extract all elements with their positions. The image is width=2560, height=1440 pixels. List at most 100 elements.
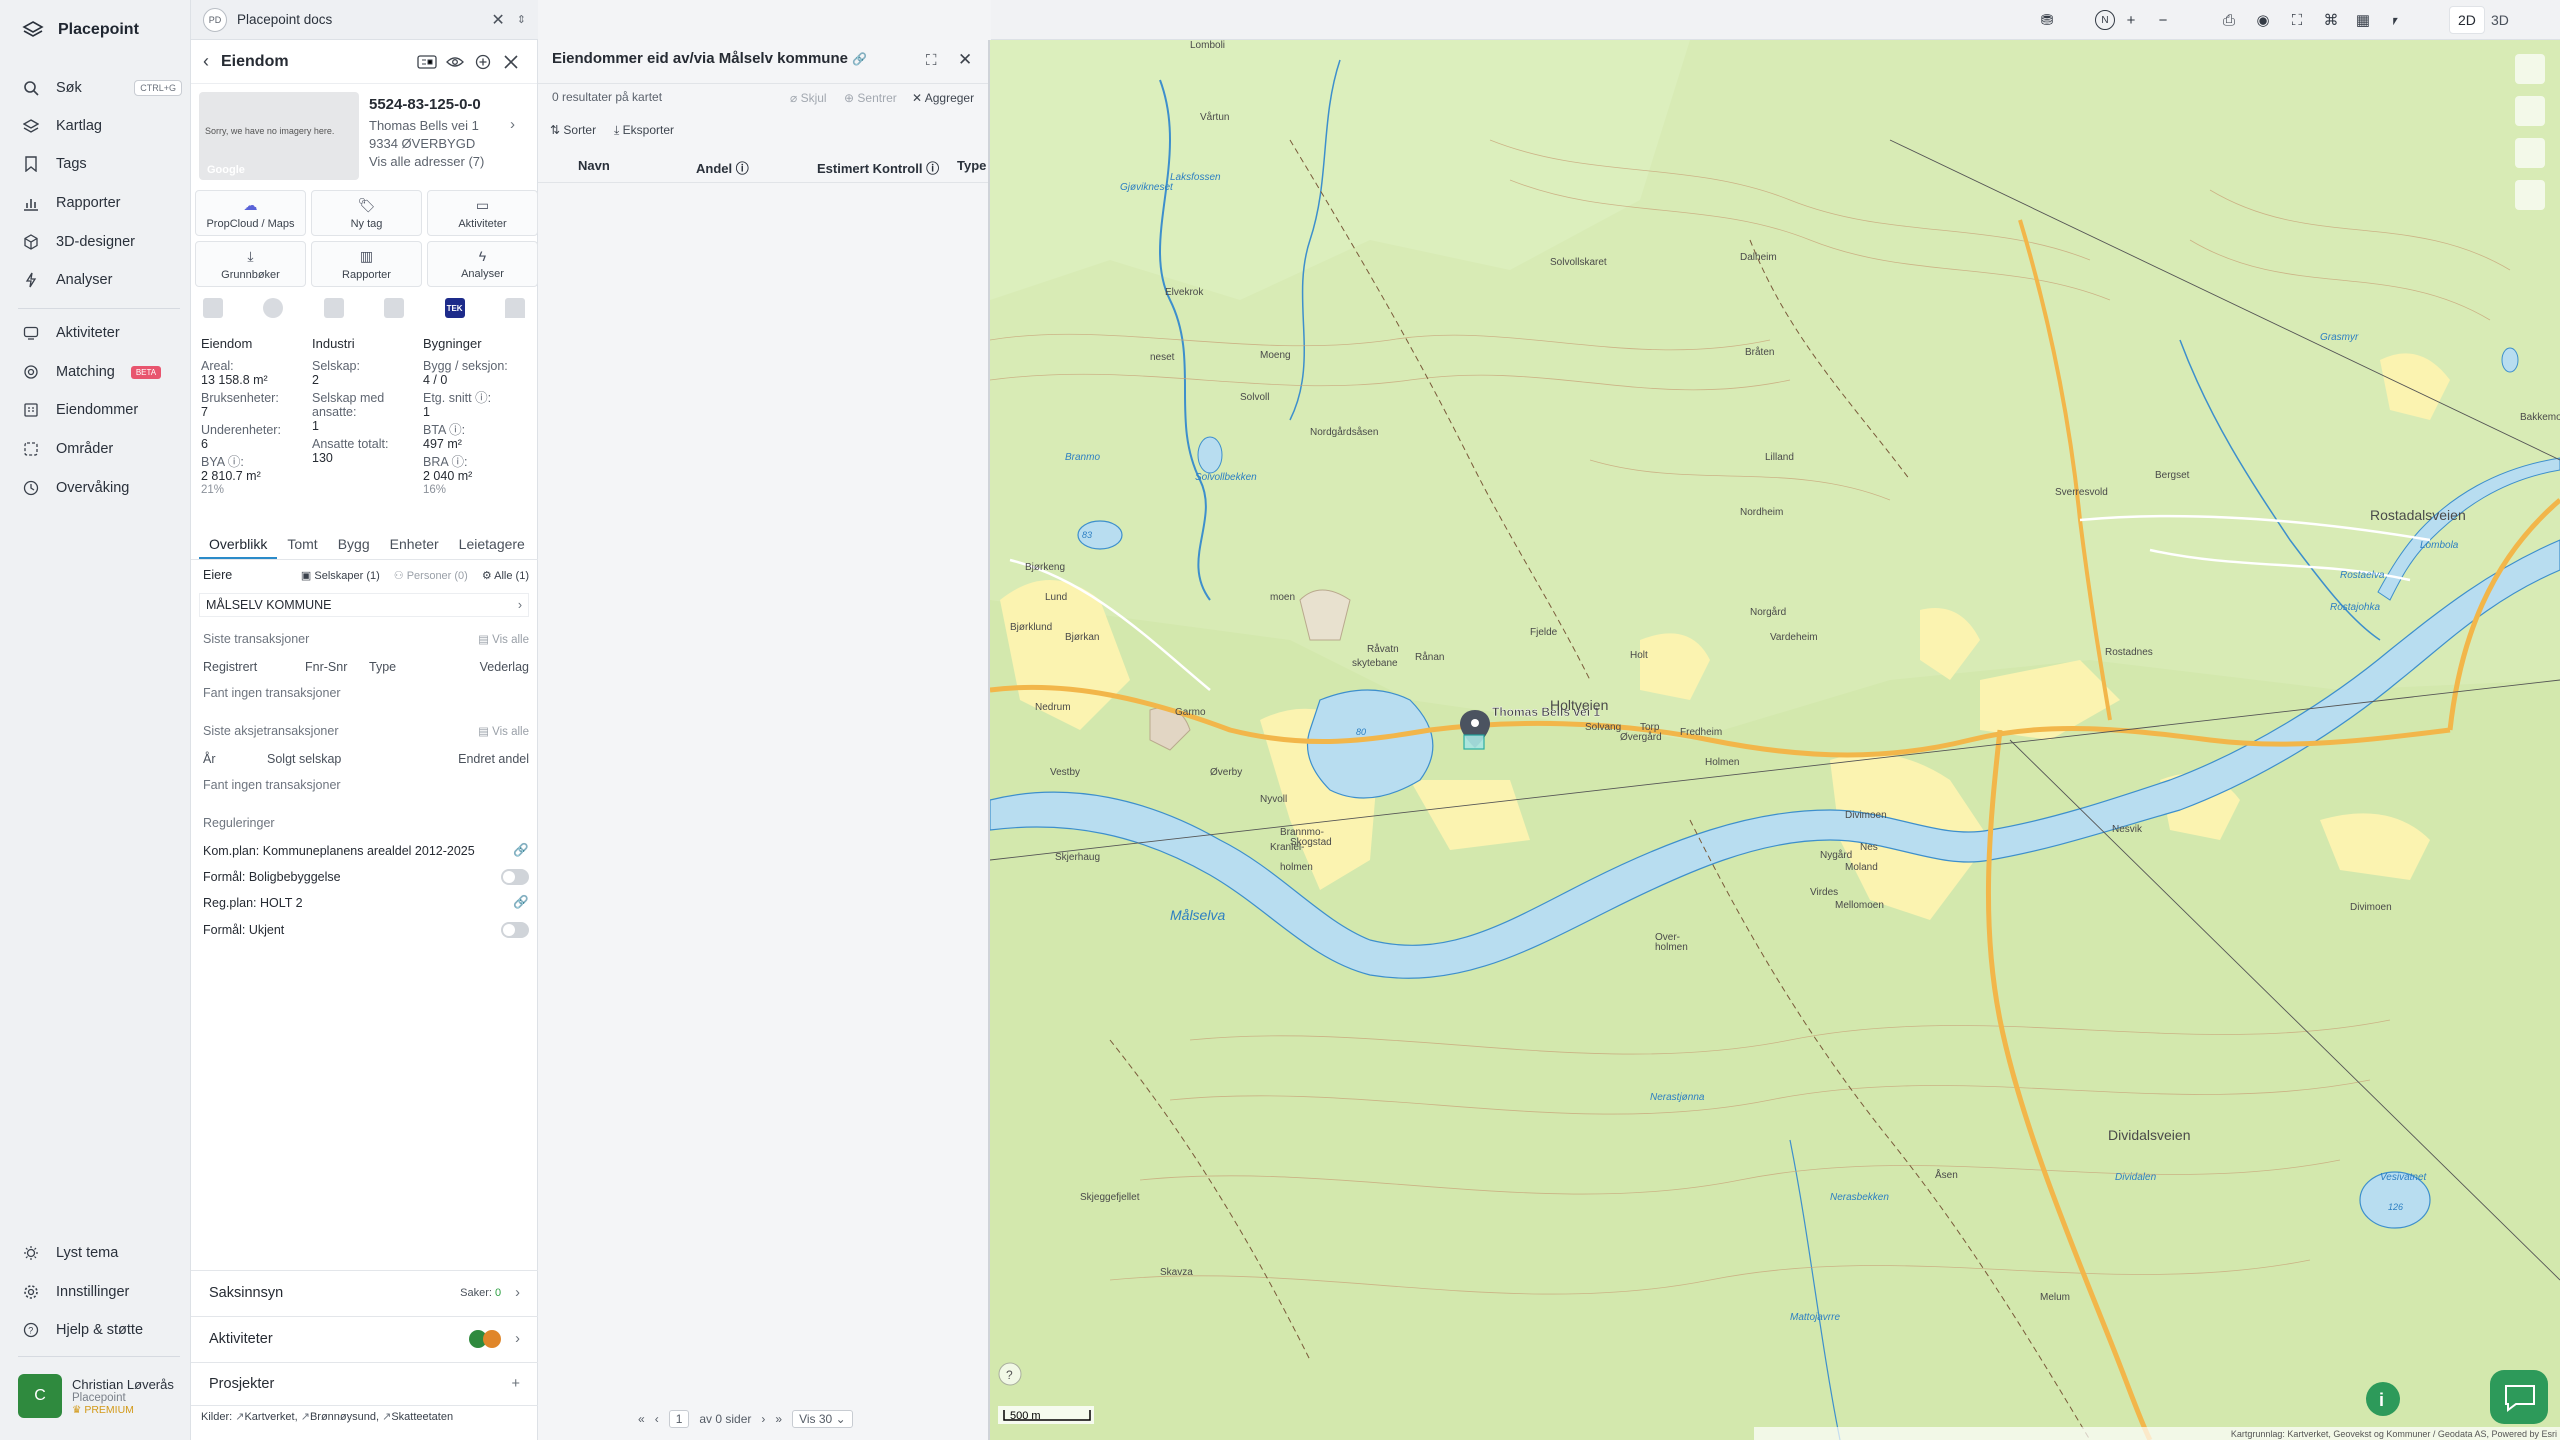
draw-button[interactable]	[2515, 180, 2545, 210]
close-icon[interactable]	[497, 48, 525, 76]
new-tag-button[interactable]: 🏷 Ny tag	[311, 190, 422, 236]
aktiviteter-section[interactable]: Aktiviteter ›	[191, 1316, 538, 1360]
plus-icon[interactable]: +	[512, 1376, 520, 1392]
center-button[interactable]: ⊕ Sentrer	[844, 91, 897, 105]
page-input[interactable]: 1	[668, 1410, 690, 1428]
docs-selector[interactable]: PD Placepoint docs ✕ ⇕	[191, 0, 538, 40]
app-logo[interactable]: Placepoint	[22, 20, 139, 40]
nav-item-matching[interactable]: Matching BETA	[22, 360, 182, 384]
nav-item-kartlag[interactable]: Kartlag	[22, 114, 182, 138]
link-icon[interactable]: 🔗	[513, 895, 529, 910]
chevron-right-icon[interactable]: ›	[510, 116, 515, 133]
nav-item-aktiviteter[interactable]: Aktiviteter	[22, 321, 182, 345]
tab-overblikk[interactable]: Overblikk	[199, 532, 278, 559]
nav-item-3d-designer[interactable]: 3D-designer	[22, 230, 182, 254]
back-arrow-icon[interactable]: ‹	[203, 51, 209, 72]
layer-toggle[interactable]	[501, 869, 529, 885]
chat-button[interactable]	[2490, 1370, 2548, 1424]
next-page-icon[interactable]: ›	[761, 1412, 765, 1426]
nav-item-eiendommer[interactable]: Eiendommer	[22, 398, 182, 422]
layer-control-button[interactable]	[2515, 54, 2545, 84]
page-size-select[interactable]: Vis 30 ⌄	[792, 1410, 853, 1428]
analyses-button[interactable]: ϟ Analyser	[427, 241, 538, 287]
globe-icon[interactable]	[263, 298, 284, 318]
3d-view-icon[interactable]	[413, 48, 441, 76]
grid-icon[interactable]: ▦	[2353, 10, 2373, 30]
first-page-icon[interactable]: «	[638, 1412, 645, 1426]
all-addresses-link[interactable]: Vis alle adresser (7)	[369, 154, 484, 169]
regulation-row[interactable]: Reg.plan: HOLT 2 🔗	[199, 895, 529, 910]
owner-row[interactable]: MÅLSELV KOMMUNE ›	[199, 593, 529, 617]
filter-all[interactable]: ⚙ Alle (1)	[482, 569, 529, 582]
layers-stack-icon[interactable]: ⛃	[2037, 10, 2057, 30]
close-icon[interactable]: ✕	[958, 50, 972, 70]
layer-toggle[interactable]	[501, 922, 529, 938]
matrikkel-icon[interactable]	[203, 298, 223, 318]
source-link[interactable]: Skatteetaten	[391, 1411, 453, 1423]
plant-icon[interactable]	[323, 298, 344, 318]
user-profile[interactable]: C Christian Løverås Placepoint ♛ PREMIUM	[18, 1374, 174, 1418]
close-icon[interactable]: ✕	[491, 10, 504, 30]
nav-item-hjelp[interactable]: ? Hjelp & støtte	[22, 1318, 182, 1342]
compass-icon[interactable]: N	[2095, 10, 2115, 30]
regulation-row[interactable]: Kom.plan: Kommuneplanens arealdel 2012-2…	[199, 843, 529, 858]
add-circle-icon[interactable]	[469, 48, 497, 76]
camera-icon[interactable]: ⌘	[2321, 10, 2341, 30]
show-all-link[interactable]: ▤ Vis alle	[478, 724, 529, 738]
tab-enheter[interactable]: Enheter	[380, 532, 449, 559]
hide-button[interactable]: ⌀ Skjul	[790, 91, 827, 105]
property-thumbnail[interactable]: Sorry, we have no imagery here. Google	[199, 92, 359, 180]
prev-page-icon[interactable]: ‹	[655, 1412, 659, 1426]
source-link[interactable]: Kartverket,	[244, 1411, 297, 1423]
chevron-updown-icon[interactable]: ⇕	[517, 13, 526, 26]
view-3d-button[interactable]: 3D	[2483, 6, 2517, 34]
tab-bygg[interactable]: Bygg	[328, 532, 380, 559]
prosjekter-section[interactable]: Prosjekter +	[191, 1362, 538, 1406]
filter-persons[interactable]: ⚇ Personer (0)	[394, 569, 468, 582]
column-header-type[interactable]: Type	[957, 158, 986, 173]
reports-button[interactable]: ▥ Rapporter	[311, 241, 422, 287]
column-header-navn[interactable]: Navn	[578, 158, 610, 173]
tab-tomt[interactable]: Tomt	[277, 532, 327, 559]
nav-item-analyser[interactable]: Analyser	[22, 268, 182, 292]
tab-leietagere[interactable]: Leietagere	[449, 532, 535, 559]
zoom-in-icon[interactable]: +	[2121, 10, 2141, 30]
print-icon[interactable]: ⎙	[2219, 10, 2239, 30]
column-header-andel[interactable]: Andel ⓘ	[696, 158, 749, 177]
map-canvas[interactable]: Thomas Bells vei 1 Lomboli Vårtun Laksfoss…	[990, 40, 2560, 1440]
activities-button[interactable]: ▭ Aktiviteter	[427, 190, 538, 236]
zoom-out-icon[interactable]: −	[2153, 10, 2173, 30]
home-icon[interactable]	[504, 298, 525, 318]
nav-item-sok[interactable]: Søk CTRL+G	[22, 76, 182, 100]
nav-item-overvaking[interactable]: Overvåking	[22, 476, 182, 500]
source-link[interactable]: Brønnøysund,	[310, 1411, 379, 1423]
bookmark-icon[interactable]: ⎖	[2385, 10, 2405, 30]
tek-badge[interactable]: TEK	[444, 298, 465, 318]
aggregate-button[interactable]: ✕ Aggreger	[912, 91, 974, 105]
saksinnsyn-section[interactable]: Saksinnsyn Saker: 0 ›	[191, 1270, 538, 1314]
export-button[interactable]: ⤓ Eksporter	[614, 123, 674, 138]
last-page-icon[interactable]: »	[775, 1412, 782, 1426]
signal-icon[interactable]	[384, 298, 405, 318]
chart-button[interactable]	[2515, 138, 2545, 168]
grunnboker-button[interactable]: ⤓ Grunnbøker	[195, 241, 306, 287]
show-all-link[interactable]: ▤ Vis alle	[478, 632, 529, 646]
measure-button[interactable]	[2515, 96, 2545, 126]
nav-item-innstillinger[interactable]: Innstillinger	[22, 1280, 182, 1304]
nav-item-tags[interactable]: Tags	[22, 152, 182, 176]
propcloud-button[interactable]: ☁ PropCloud / Maps	[195, 190, 306, 236]
nav-item-lyst-tema[interactable]: Lyst tema	[22, 1241, 182, 1265]
link-icon[interactable]: 🔗	[513, 843, 529, 858]
nav-item-omrader[interactable]: Områder	[22, 437, 182, 461]
map-place-label: Nordgårdsåsen	[1310, 426, 1378, 438]
expand-icon[interactable]: ⛶	[926, 52, 937, 69]
eye-icon[interactable]: ◉	[2253, 10, 2273, 30]
view-2d-button[interactable]: 2D	[2449, 6, 2485, 34]
sort-button[interactable]: ⇅ Sorter	[550, 123, 596, 137]
eye-icon[interactable]	[441, 48, 469, 76]
fullscreen-icon[interactable]: ⛶	[2287, 10, 2307, 30]
column-header-kontroll[interactable]: Estimert Kontroll ⓘ	[817, 158, 939, 177]
link-icon[interactable]: 🔗	[852, 52, 867, 66]
filter-companies[interactable]: ▣ Selskaper (1)	[301, 569, 380, 582]
nav-item-rapporter[interactable]: Rapporter	[22, 191, 182, 215]
